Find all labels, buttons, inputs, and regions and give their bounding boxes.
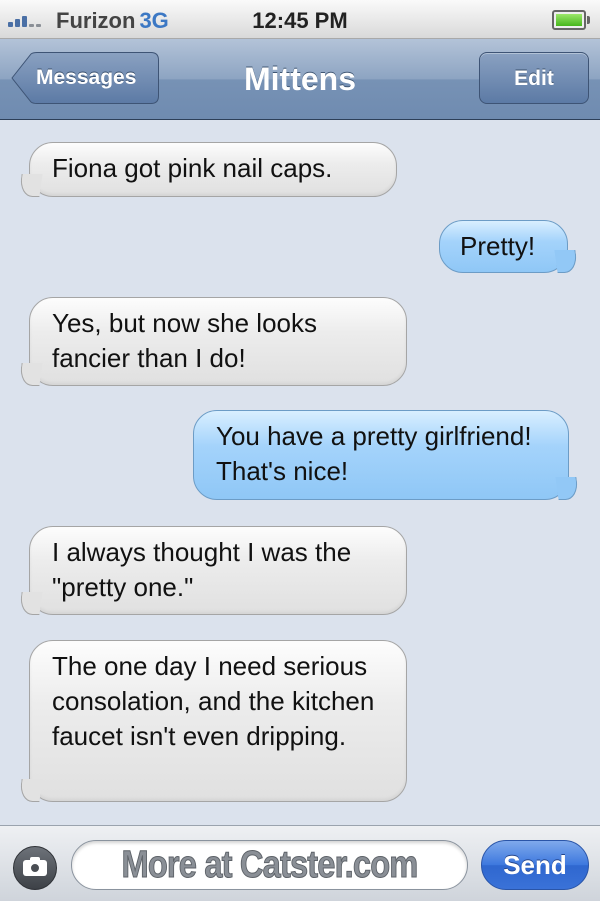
edit-button[interactable]: Edit bbox=[479, 52, 589, 104]
message-text: I always thought I was the "pretty one." bbox=[52, 537, 352, 602]
conversation-title: Mittens bbox=[244, 61, 356, 97]
message-text: You have a pretty girlfriend! That's nic… bbox=[216, 421, 532, 486]
compose-bar: More at Catster.com Send bbox=[0, 825, 600, 901]
status-time: 12:45 PM bbox=[252, 8, 348, 33]
back-button-label: Messages bbox=[36, 66, 137, 89]
message-text: Fiona got pink nail caps. bbox=[52, 153, 333, 183]
message-text: Yes, but now she looks fancier than I do… bbox=[52, 308, 317, 373]
message-list[interactable]: Fiona got pink nail caps. Pretty! Yes, b… bbox=[0, 120, 600, 825]
message-bubble-outgoing[interactable]: You have a pretty girlfriend! That's nic… bbox=[193, 410, 569, 500]
camera-icon[interactable] bbox=[13, 846, 57, 890]
message-bubble-incoming[interactable]: Yes, but now she looks fancier than I do… bbox=[29, 297, 407, 386]
message-text: Pretty! bbox=[460, 231, 536, 261]
status-bar: Furizon 3G 12:45 PM bbox=[0, 0, 600, 39]
message-bubble-incoming[interactable]: I always thought I was the "pretty one." bbox=[29, 526, 407, 615]
navigation-bar: Messages Mittens Edit bbox=[0, 39, 600, 120]
message-bubble-incoming[interactable]: The one day I need serious consolation, … bbox=[29, 640, 407, 802]
battery-icon bbox=[552, 10, 590, 30]
back-button[interactable]: Messages bbox=[11, 52, 159, 104]
message-bubble-incoming[interactable]: Fiona got pink nail caps. bbox=[29, 142, 397, 197]
message-text: The one day I need serious consolation, … bbox=[52, 651, 375, 751]
message-bubble-outgoing[interactable]: Pretty! bbox=[439, 220, 568, 273]
message-input[interactable]: More at Catster.com bbox=[71, 840, 468, 890]
send-button[interactable]: Send bbox=[481, 840, 589, 890]
message-input-value: More at Catster.com bbox=[121, 844, 419, 887]
